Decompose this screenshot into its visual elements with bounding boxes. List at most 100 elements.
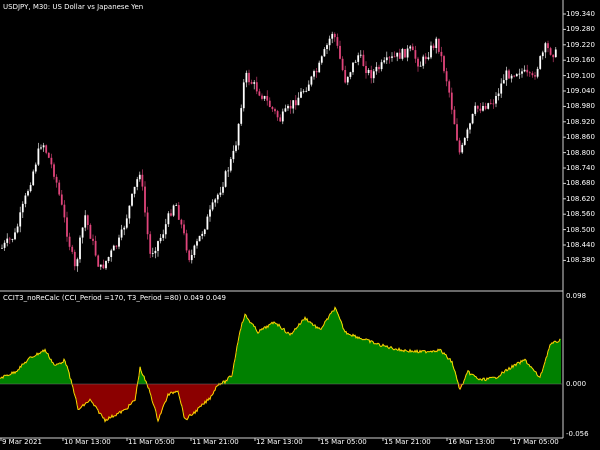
histogram-bar [198,384,200,408]
histogram-bar [274,321,276,384]
histogram-bar [403,350,405,384]
histogram-bar [437,351,439,384]
histogram-bar [190,384,192,415]
histogram-bar [245,314,247,384]
histogram-bar [483,378,485,384]
histogram-bar [113,384,115,418]
histogram-bar [394,349,396,384]
histogram-bar [305,317,307,384]
candle-body [479,108,482,111]
histogram-bar [62,362,64,384]
candle-body [500,83,503,94]
time-label: 9 Mar 2021 [2,438,42,446]
histogram-bar [422,350,424,384]
histogram-bar [27,361,29,384]
histogram-bar [269,324,271,384]
histogram-bar [344,329,346,384]
histogram-bar [401,349,403,384]
histogram-bar [76,384,78,399]
histogram-bar [163,384,165,407]
histogram-bar [205,384,207,402]
candle-body [404,49,406,58]
histogram-bar [429,351,431,384]
histogram-bar [233,370,235,384]
histogram-bar [235,359,237,384]
histogram-bar [246,315,248,384]
candle-body [167,213,170,225]
histogram-bar [380,345,382,384]
candle-body [427,57,430,59]
histogram-bar [508,369,510,384]
histogram-bar [209,384,211,399]
candle-body [365,66,367,73]
histogram-bar [396,348,398,384]
histogram-bar [557,342,559,384]
histogram-bar [314,325,316,384]
histogram-bar [412,350,414,384]
histogram-bar [96,384,98,407]
histogram-bar [522,361,524,384]
candle-body [497,93,500,96]
histogram-bar [547,356,549,384]
candle-body [305,90,308,92]
histogram-bar [92,384,94,403]
histogram-bar [171,384,173,393]
candle-body [115,245,118,247]
histogram-bar [447,357,449,384]
histogram-bar [321,329,323,384]
histogram-bar [311,322,313,384]
price-label: 109.100 [566,71,595,80]
histogram-bar [25,362,27,384]
histogram-bar [498,377,500,384]
histogram-bar [268,327,270,384]
histogram-bar [154,384,156,406]
histogram-bar [33,357,35,384]
histogram-bar [39,353,41,384]
candle-body [45,145,48,153]
histogram-bar [432,352,434,384]
chart-title: USDJPY, M30: US Dollar vs Japanese Yen [3,3,144,11]
histogram-bar [540,377,542,384]
histogram-bar [207,384,209,400]
histogram-bar [341,321,343,384]
histogram-bar [30,356,32,384]
candle-body [125,218,128,228]
indicator-scale-label: 0.000 [566,380,587,388]
histogram-bar [554,341,556,384]
histogram-bar [379,343,381,384]
candle-body [482,106,484,111]
candle-body [73,251,76,267]
candle-body [162,234,165,238]
histogram-bar [38,354,40,384]
candle-body [357,55,360,62]
histogram-bar [237,346,239,384]
histogram-bar [337,311,339,384]
histogram-bar [438,349,440,384]
histogram-bar [359,337,361,384]
candle-body [222,186,224,193]
histogram-bar [125,384,127,410]
histogram-bar [188,384,190,419]
histogram-bar [555,341,557,384]
histogram-bar [5,375,7,384]
candle-body [326,45,328,49]
histogram-bar [423,350,425,384]
candle-body [172,205,175,216]
candle-body [378,66,380,70]
histogram-bar [414,352,416,384]
histogram-bar [258,333,260,384]
candle-body [435,38,438,48]
candle-body [541,52,544,57]
histogram-bar [425,350,427,384]
histogram-bar [253,324,255,384]
histogram-bar [44,351,46,384]
histogram-bar [356,337,358,384]
histogram-bar [318,328,320,384]
candle-body [164,224,167,235]
histogram-bar [243,321,245,384]
time-label: 16 Mar 13:00 [448,438,495,446]
candle-body [120,229,123,238]
histogram-bar [16,371,18,384]
histogram-bar [330,313,332,384]
candle-body [107,257,110,261]
